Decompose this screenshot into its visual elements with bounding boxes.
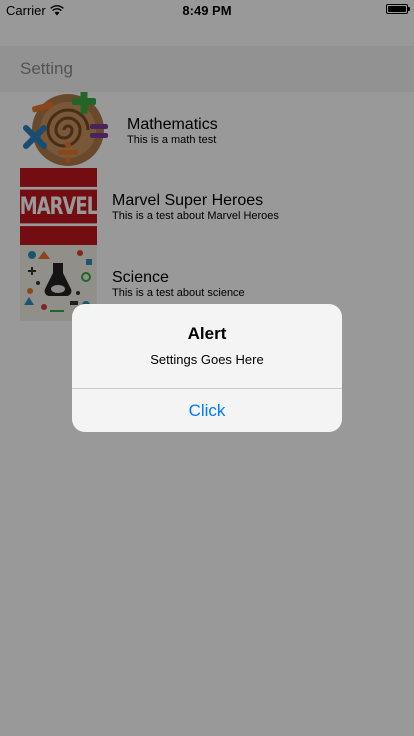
alert-dialog: Alert Settings Goes Here Click bbox=[72, 304, 342, 432]
alert-message: Settings Goes Here bbox=[150, 352, 264, 367]
app-screen: Carrier 8:49 PM Setting Mathematics This… bbox=[0, 0, 414, 736]
alert-title: Alert bbox=[187, 324, 227, 343]
alert-click-button[interactable]: Click bbox=[72, 389, 342, 432]
